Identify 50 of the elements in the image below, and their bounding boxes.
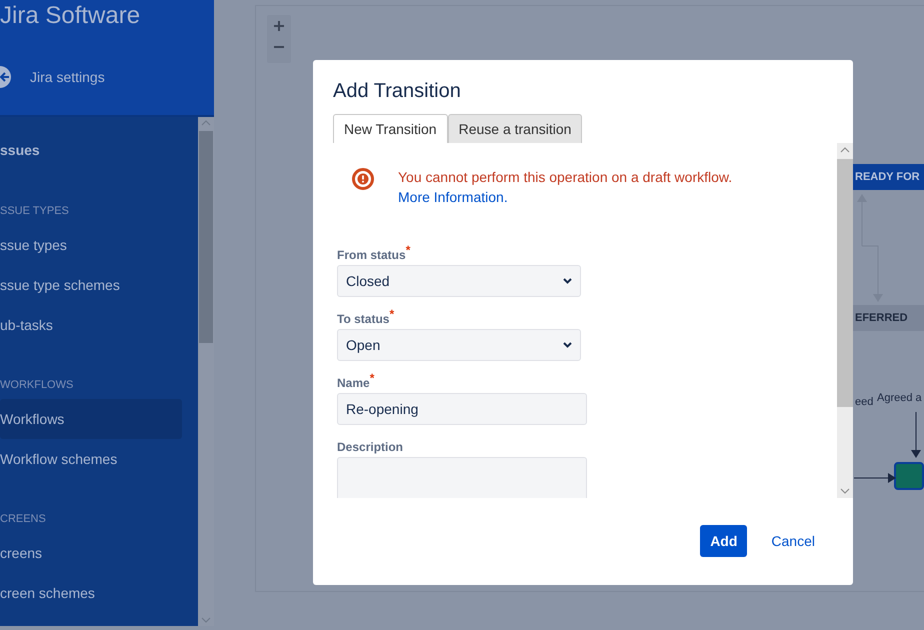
sidebar-item[interactable]: creens — [0, 533, 182, 573]
scrollbar[interactable] — [837, 143, 853, 498]
tab[interactable]: Reuse a transition — [448, 114, 582, 143]
tab[interactable]: New Transition — [333, 114, 448, 143]
scrollbar[interactable] — [198, 117, 214, 626]
zoom-out-icon[interactable] — [274, 45, 284, 49]
chevron-down-icon[interactable] — [563, 278, 572, 284]
status-dropdown[interactable]: Closed — [337, 265, 581, 297]
field-label: Description — [337, 440, 404, 454]
scroll-up-icon[interactable] — [840, 147, 850, 153]
back-link[interactable]: Jira settings — [30, 69, 105, 85]
more-information-link[interactable]: More Information. — [398, 187, 732, 207]
back-arrow-icon[interactable] — [0, 66, 14, 88]
sidebar-item[interactable]: ub-tasks — [0, 305, 182, 345]
sidebar-heading[interactable]: ssues — [0, 135, 198, 165]
transition-arrow — [854, 473, 896, 483]
sidebar-item[interactable]: Workflows — [0, 399, 182, 439]
required-asterisk: * — [370, 371, 374, 385]
error-message: You cannot perform this operation on a draft workflow. — [398, 168, 732, 187]
transition-label: Agreed a — [877, 392, 922, 404]
app-title: Jira Software — [0, 2, 140, 30]
description-field[interactable] — [337, 457, 587, 498]
dialog-title: Add Transition — [333, 79, 462, 104]
scroll-down-icon[interactable] — [840, 488, 850, 494]
transition-label: eed — [855, 396, 874, 408]
chevron-down-icon[interactable] — [563, 342, 572, 348]
workflow-status-node[interactable] — [894, 462, 924, 490]
sidebar-item[interactable]: Workflow schemes — [0, 439, 182, 479]
add-button[interactable]: Add — [700, 525, 748, 557]
required-asterisk: * — [389, 307, 394, 321]
field-label: Name — [337, 376, 370, 390]
name-input-field[interactable]: Re-opening — [337, 393, 587, 425]
sidebar-section-label: WORKFLOWS — [0, 378, 74, 393]
scroll-up-icon[interactable] — [201, 120, 211, 126]
sidebar-item[interactable]: ssue type schemes — [0, 265, 182, 305]
sidebar-item[interactable]: ssue types — [0, 225, 182, 265]
sidebar-item[interactable]: creen schemes — [0, 573, 182, 613]
cancel-link[interactable]: Cancel — [771, 525, 815, 557]
error-icon — [352, 168, 374, 190]
workflow-status-node[interactable]: READY FOR — [853, 164, 924, 190]
field-label: To status — [337, 312, 390, 326]
sidebar-section-label: SSUE TYPES — [0, 204, 70, 219]
status-dropdown[interactable]: Open — [337, 329, 581, 361]
required-asterisk: * — [406, 243, 410, 257]
zoom-in-icon[interactable] — [274, 21, 284, 31]
scroll-down-icon[interactable] — [201, 617, 211, 623]
field-label: From status — [337, 248, 406, 262]
sidebar-section-label: CREENS — [0, 512, 47, 527]
transition-arrow — [911, 412, 921, 458]
workflow-status-node[interactable]: EFERRED — [853, 305, 924, 331]
